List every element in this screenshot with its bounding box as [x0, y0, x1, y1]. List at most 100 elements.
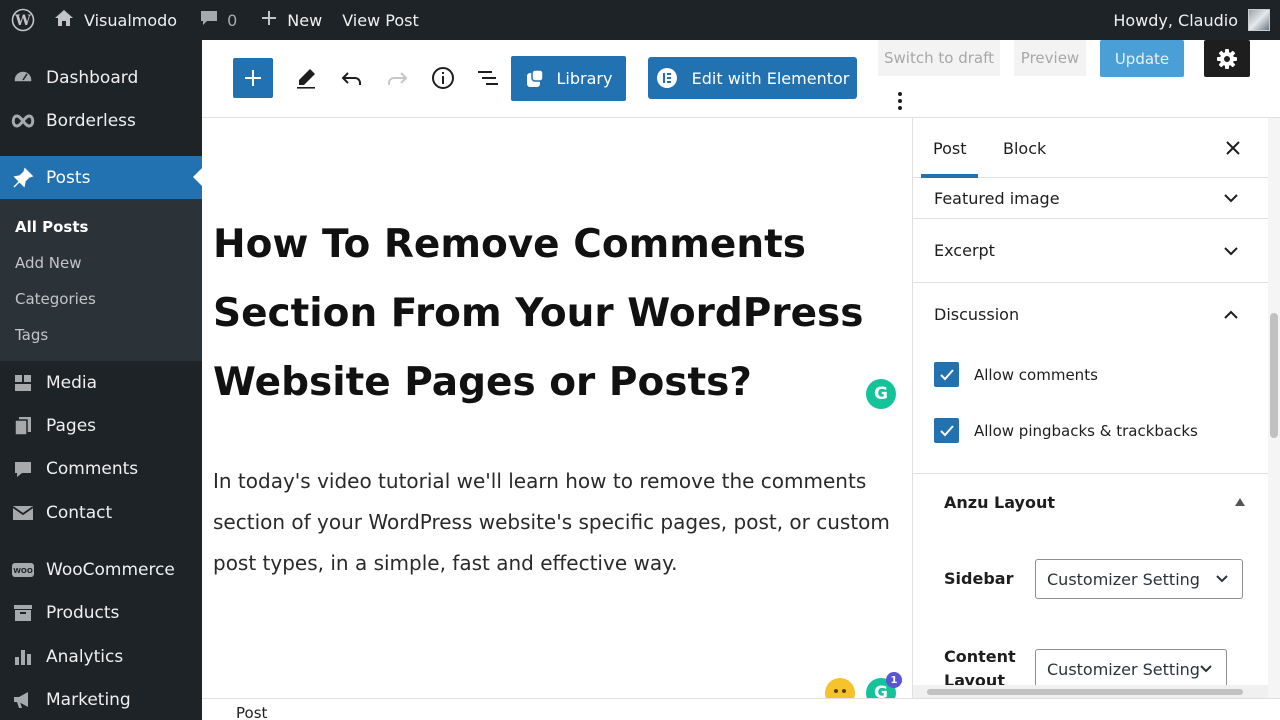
gear-icon — [1217, 48, 1237, 69]
menu-label: Borderless — [46, 111, 136, 131]
menu-item-dashboard[interactable]: Dashboard — [0, 57, 202, 99]
wordpress-logo-icon[interactable]: W — [2, 0, 44, 40]
menu-label: Comments — [46, 459, 139, 479]
excerpt-panel[interactable]: Excerpt — [913, 219, 1268, 282]
grammarly-icon[interactable]: G — [866, 379, 896, 409]
chevron-down-icon — [1200, 665, 1212, 673]
edit-tool-button[interactable] — [286, 58, 326, 98]
block-navigation-button[interactable] — [468, 58, 508, 98]
menu-item-marketing[interactable]: Marketing — [0, 679, 202, 720]
new-label: New — [287, 10, 323, 30]
menu-item-comments[interactable]: Comments — [0, 448, 202, 490]
archive-icon — [0, 604, 46, 622]
editor-header: Library Edit with Elementor Switch to dr… — [202, 40, 1280, 118]
redo-button[interactable] — [377, 58, 417, 98]
close-settings-button[interactable] — [1221, 136, 1245, 160]
update-button[interactable]: Update — [1100, 40, 1184, 77]
chevron-down-icon — [1224, 194, 1238, 203]
submenu-categories[interactable]: Categories — [15, 290, 96, 308]
menu-label: Pages — [46, 416, 97, 436]
pin-icon — [0, 167, 46, 189]
add-block-button[interactable] — [233, 58, 273, 98]
anzu-layout-title[interactable]: Anzu Layout — [944, 493, 1055, 512]
settings-tabs: Post Block — [913, 118, 1268, 178]
site-name: Visualmodo — [84, 10, 178, 30]
tab-block[interactable]: Block — [1003, 118, 1046, 178]
comments-count: 0 — [227, 10, 238, 30]
more-options-button[interactable] — [888, 88, 912, 114]
menu-item-products[interactable]: Products — [0, 592, 202, 634]
post-title[interactable]: How To Remove Comments Section From Your… — [213, 210, 893, 417]
redo-icon — [388, 72, 408, 85]
menu-label: Products — [46, 603, 120, 623]
my-account-link[interactable]: Howdy, Claudio — [1113, 0, 1270, 40]
submenu-tags[interactable]: Tags — [15, 326, 48, 344]
menu-item-borderless[interactable]: Borderless — [0, 100, 202, 142]
chevron-up-icon — [1224, 310, 1238, 319]
featured-image-panel[interactable]: Featured image — [913, 178, 1268, 218]
post-paragraph[interactable]: In today's video tutorial we'll learn ho… — [213, 461, 903, 584]
grammarly-badge: 1 — [886, 672, 902, 688]
breadcrumb[interactable]: Post — [236, 704, 267, 720]
allow-pingbacks-label: Allow pingbacks & trackbacks — [974, 421, 1198, 440]
vertical-scrollbar[interactable] — [1268, 118, 1280, 698]
site-name-link[interactable]: Visualmodo — [54, 0, 177, 40]
close-icon — [1226, 141, 1240, 155]
undo-button[interactable] — [332, 58, 372, 98]
comment-bubble-icon — [199, 9, 219, 31]
switch-to-draft-button[interactable]: Switch to draft — [878, 40, 1000, 76]
bar-chart-icon — [0, 647, 46, 667]
editor-canvas: How To Remove Comments Section From Your… — [202, 118, 911, 708]
pages-icon — [0, 416, 46, 436]
tab-post[interactable]: Post — [920, 118, 980, 178]
preview-button[interactable]: Preview — [1014, 40, 1086, 76]
submenu-add-new[interactable]: Add New — [15, 254, 82, 272]
library-button[interactable]: Library — [511, 56, 626, 101]
details-button[interactable] — [423, 58, 463, 98]
discussion-panel[interactable]: Discussion — [913, 283, 1268, 346]
pencil-icon — [297, 69, 315, 89]
settings-button[interactable] — [1204, 40, 1250, 77]
new-content-link[interactable]: New — [261, 0, 322, 40]
sidebar-select[interactable]: Customizer Setting — [1035, 559, 1243, 599]
menu-item-contact[interactable]: Contact — [0, 492, 202, 534]
svg-text:W: W — [14, 13, 31, 29]
allow-pingbacks-row[interactable]: Allow pingbacks & trackbacks — [934, 418, 1198, 443]
allow-pingbacks-checkbox[interactable] — [934, 418, 959, 443]
avatar — [1248, 9, 1270, 31]
panel-title: Excerpt — [934, 241, 995, 260]
menu-item-media[interactable]: Media — [0, 362, 202, 404]
comment-icon — [0, 459, 46, 479]
menu-item-woocommerce[interactable]: WOO WooCommerce — [0, 549, 202, 591]
content-layout-select-value: Customizer Setting — [1047, 659, 1200, 679]
divider — [913, 473, 1268, 474]
menu-label: Dashboard — [46, 68, 139, 88]
allow-comments-checkbox[interactable] — [934, 362, 959, 387]
megaphone-icon — [0, 690, 46, 710]
collapse-arrow-icon[interactable] — [1235, 498, 1245, 506]
menu-item-posts[interactable]: Posts — [0, 156, 202, 199]
menu-label: Marketing — [46, 690, 131, 710]
submenu-all-posts[interactable]: All Posts — [15, 218, 88, 236]
menu-item-analytics[interactable]: Analytics — [0, 636, 202, 678]
menu-label: Posts — [46, 167, 91, 188]
scrollbar-thumb[interactable] — [1270, 313, 1278, 438]
menu-label: Analytics — [46, 647, 124, 667]
scrollbar-thumb[interactable] — [927, 689, 1243, 695]
allow-comments-label: Allow comments — [974, 365, 1098, 384]
menu-item-pages[interactable]: Pages — [0, 405, 202, 447]
comments-link[interactable]: 0 — [199, 0, 237, 40]
library-label: Library — [556, 69, 613, 88]
panel-title: Featured image — [934, 188, 1060, 208]
elementor-icon — [656, 68, 677, 88]
content-layout-select[interactable]: Customizer Setting — [1035, 649, 1227, 689]
edit-with-elementor-button[interactable]: Edit with Elementor — [648, 57, 857, 99]
list-view-icon — [478, 71, 498, 85]
mail-icon — [0, 504, 46, 522]
library-icon — [526, 68, 544, 87]
allow-comments-row[interactable]: Allow comments — [934, 362, 1098, 387]
view-post-link[interactable]: View Post — [342, 0, 419, 40]
horizontal-scrollbar[interactable] — [913, 685, 1268, 698]
woo-icon: WOO — [0, 561, 46, 579]
sidebar-select-value: Customizer Setting — [1047, 569, 1200, 589]
